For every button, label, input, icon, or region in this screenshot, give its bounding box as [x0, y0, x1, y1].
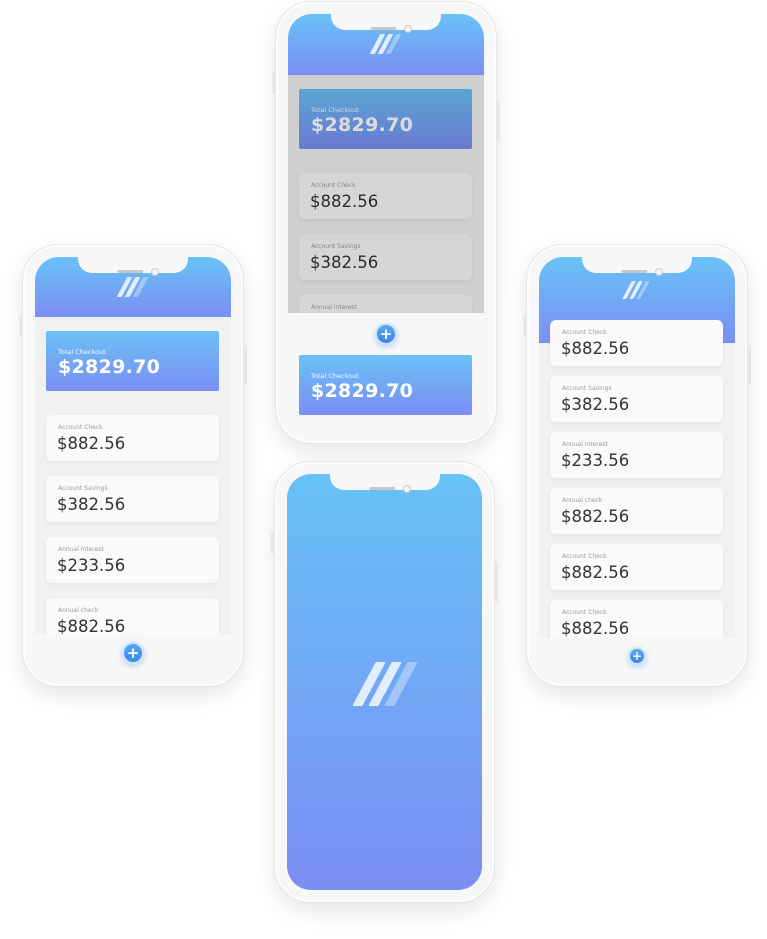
splash-screen	[287, 474, 482, 890]
total-checkout-value: $2829.70	[311, 380, 414, 402]
account-value: $233.56	[57, 556, 126, 575]
account-label: Account Check	[562, 609, 607, 616]
total-checkout-label: Total Checkout	[311, 372, 359, 380]
total-checkout-label: Total Checkout	[58, 348, 106, 356]
phone-top: Total Checkout $2829.70 Account Check $8…	[272, 1, 500, 444]
account-card[interactable]: Annual interest $233.56	[46, 537, 219, 583]
account-value: $882.56	[57, 434, 126, 453]
account-value: $882.56	[561, 563, 630, 582]
logo-stripes-icon	[369, 34, 403, 54]
logo-stripes-icon	[116, 277, 150, 297]
account-label: Annual check	[58, 607, 99, 614]
add-button[interactable]: +	[375, 323, 397, 345]
phone-right: Account Check $882.56 Account Savings $3…	[523, 244, 751, 687]
account-card[interactable]: Account Savings $382.56	[46, 476, 219, 522]
account-label: Annual interest	[562, 441, 608, 448]
account-card[interactable]: Account Check $882.56	[550, 544, 723, 590]
phone-splash	[271, 461, 498, 903]
phone-left: Total Checkout $2829.70 Account Check $8…	[19, 244, 247, 687]
account-card[interactable]: Account Savings $382.56	[550, 376, 723, 422]
account-value: $882.56	[561, 507, 630, 526]
account-label: Account Check	[58, 424, 103, 431]
bottom-bar: +	[35, 634, 231, 674]
account-value: $382.56	[561, 395, 630, 414]
account-card[interactable]: Account Check $882.56	[46, 415, 219, 461]
account-label: Annual check	[562, 497, 603, 504]
total-checkout-card[interactable]: Total Checkout $2829.70	[46, 331, 219, 391]
account-value: $882.56	[561, 339, 630, 358]
add-button[interactable]: +	[628, 647, 646, 665]
account-label: Account Check	[562, 553, 607, 560]
logo-stripes-icon	[622, 281, 652, 299]
account-label: Account Savings	[562, 385, 612, 392]
account-label: Account Savings	[58, 485, 108, 492]
drawer-total-card[interactable]: Total Checkout $2829.70	[299, 355, 472, 415]
accounts-list-screen: Account Check $882.56 Account Savings $3…	[539, 257, 735, 674]
account-label: Account Check	[562, 329, 607, 336]
logo-stripes-icon	[351, 662, 418, 706]
add-button[interactable]: +	[122, 642, 144, 664]
account-card[interactable]: Account Check $882.56	[550, 320, 723, 366]
dim-overlay	[288, 75, 484, 313]
modal-screen: Total Checkout $2829.70 Account Check $8…	[288, 14, 484, 431]
account-card[interactable]: Annual check $882.56	[550, 488, 723, 534]
account-value: $233.56	[561, 451, 630, 470]
bottom-bar: +	[539, 638, 735, 674]
account-label: Annual interest	[58, 546, 104, 553]
total-checkout-value: $2829.70	[58, 356, 161, 378]
account-card[interactable]: Annual interest $233.56	[550, 432, 723, 478]
dashboard-screen: Total Checkout $2829.70 Account Check $8…	[35, 257, 231, 674]
bottom-drawer: + Total Checkout $2829.70	[288, 313, 484, 431]
account-value: $882.56	[561, 619, 630, 638]
account-value: $382.56	[57, 495, 126, 514]
